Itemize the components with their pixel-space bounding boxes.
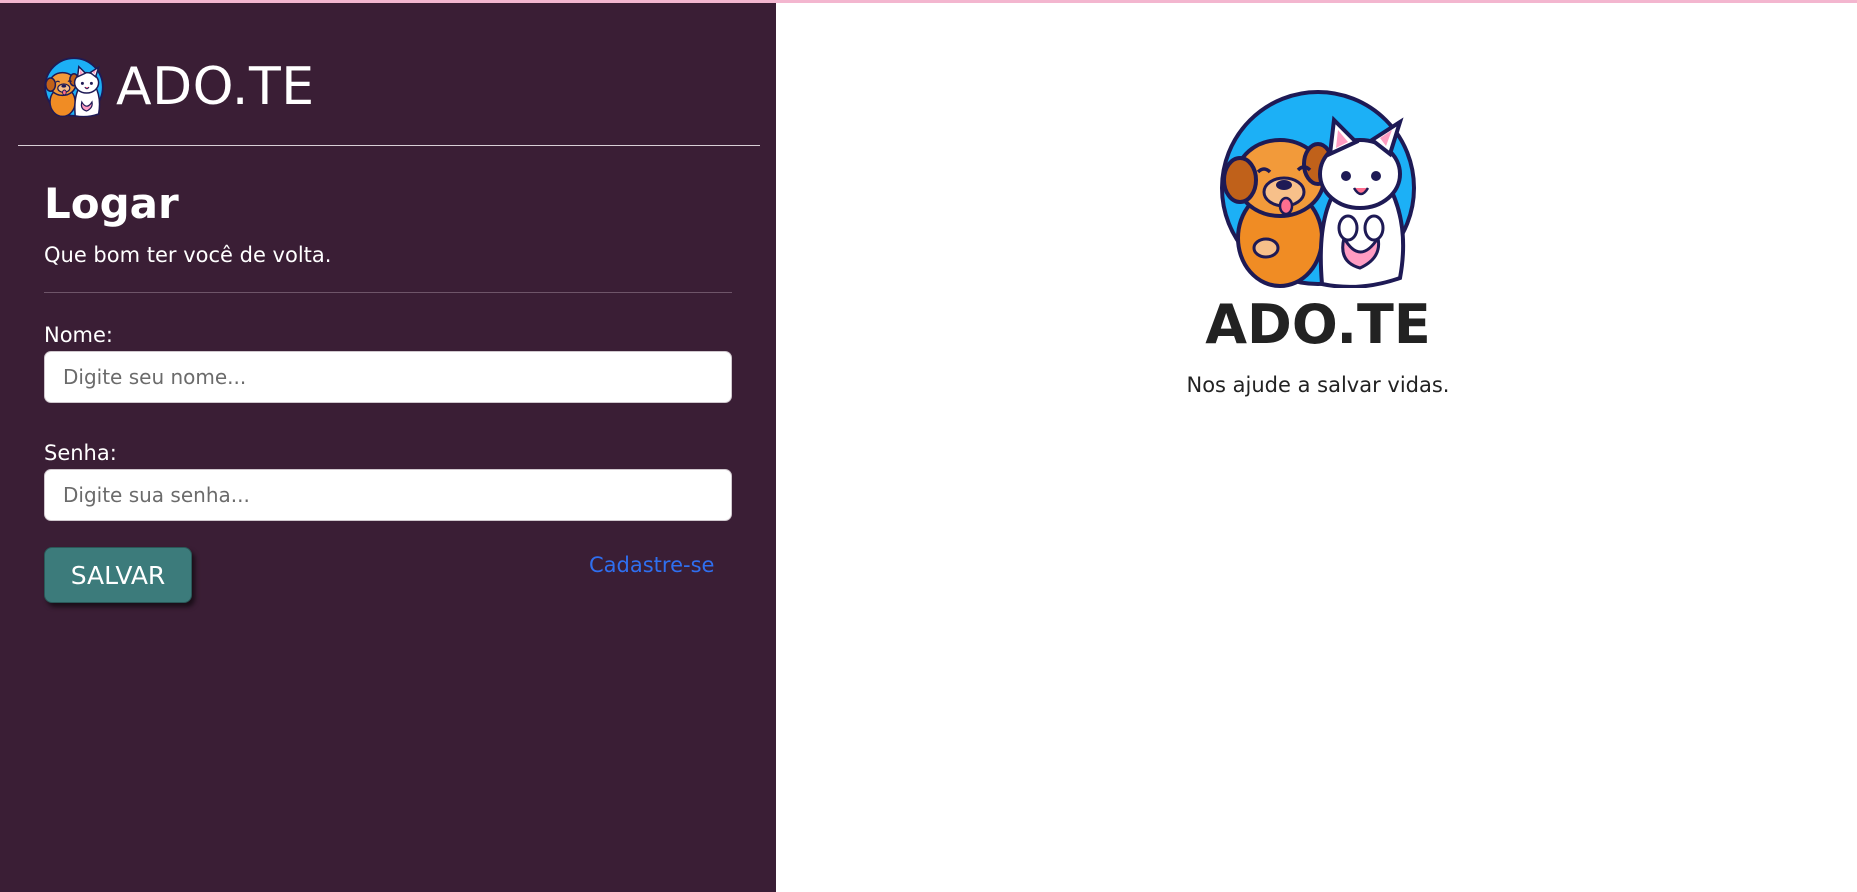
name-input[interactable]	[44, 351, 732, 403]
signup-link[interactable]: Cadastre-se	[589, 553, 714, 577]
login-sidebar: ADO.TE Logar Que bom ter você de volta. …	[0, 3, 776, 892]
hero-brand-name: ADO.TE	[1205, 293, 1431, 356]
dog-and-cat-logo-icon	[1220, 90, 1416, 288]
header-divider	[18, 145, 760, 146]
name-label: Nome:	[44, 323, 114, 347]
form-divider	[44, 292, 732, 293]
hero-tagline: Nos ajude a salvar vidas.	[1186, 373, 1450, 397]
save-button[interactable]: SALVAR	[44, 547, 192, 603]
brand-header[interactable]: ADO.TE	[44, 47, 315, 127]
password-label: Senha:	[44, 441, 117, 465]
login-title: Logar	[44, 179, 179, 228]
hero-panel: ADO.TE Nos ajude a salvar vidas.	[776, 3, 1857, 892]
password-input[interactable]	[44, 469, 732, 521]
dog-and-cat-logo-icon	[44, 57, 104, 117]
login-subtitle: Que bom ter você de volta.	[44, 243, 332, 267]
brand-name: ADO.TE	[116, 57, 315, 117]
